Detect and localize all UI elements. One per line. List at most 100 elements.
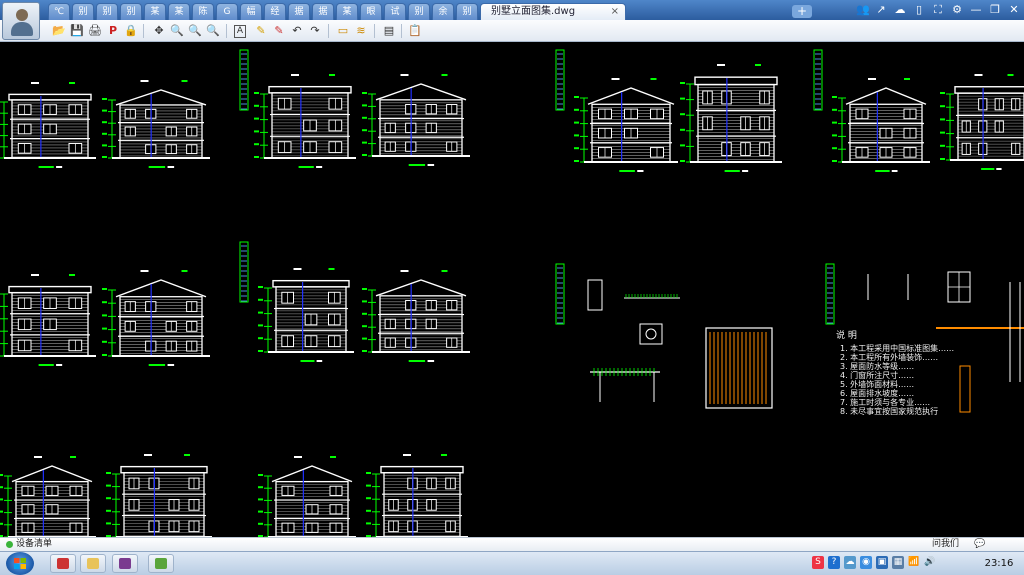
file-tab[interactable]: 某: [144, 3, 166, 20]
roof-parapet: [954, 86, 1024, 94]
file-tab[interactable]: 陈: [192, 3, 214, 20]
label-tag: [140, 270, 149, 272]
user-avatar-icon[interactable]: [2, 2, 40, 40]
file-tab[interactable]: 据: [288, 3, 310, 20]
pan-icon[interactable]: ✥: [152, 24, 166, 38]
file-tab[interactable]: 眼: [360, 3, 382, 20]
clock[interactable]: 23:16: [979, 552, 1019, 575]
sogou-input-icon[interactable]: S: [812, 556, 824, 569]
taskbar-app-explorer[interactable]: [80, 554, 106, 573]
taskbar-app-cad-viewer[interactable]: [148, 554, 174, 573]
file-tab[interactable]: 某: [168, 3, 190, 20]
file-tab[interactable]: G: [216, 3, 238, 20]
markup-pen-icon[interactable]: ✎: [272, 24, 286, 38]
pencil-icon[interactable]: ✎: [254, 24, 268, 38]
taskbar-app-winrar[interactable]: [112, 554, 138, 573]
text-icon[interactable]: A: [234, 25, 246, 38]
app-tray-icon[interactable]: ▣: [876, 556, 888, 569]
print-icon[interactable]: 🖨: [88, 24, 102, 38]
taskbar-app-qq[interactable]: [50, 554, 76, 573]
chat-icon[interactable]: 💬: [974, 538, 988, 550]
help-icon[interactable]: ?: [828, 556, 840, 569]
file-tab[interactable]: ℃: [48, 3, 70, 20]
clipboard-icon[interactable]: 📋: [408, 24, 422, 38]
zoom-window-icon[interactable]: 🔍: [206, 24, 220, 38]
file-tab[interactable]: 余: [432, 3, 454, 20]
level-text: [940, 105, 945, 108]
level-text: [102, 144, 107, 147]
label-tag: [69, 82, 75, 84]
fullscreen-icon[interactable]: ⛶: [932, 3, 944, 16]
file-tab[interactable]: 别: [408, 3, 430, 20]
file-tab-active[interactable]: 别墅立面图集.dwg ×: [480, 3, 626, 20]
level-text: [940, 92, 945, 94]
maximize-button[interactable]: ❐: [989, 3, 1001, 16]
roof-outline: [587, 87, 675, 105]
roof-parapet: [272, 279, 350, 288]
minimize-button[interactable]: —: [970, 3, 982, 16]
label-tag: [441, 74, 448, 76]
level-text: [0, 522, 3, 525]
level-text: [102, 288, 107, 290]
pdf-icon[interactable]: P: [106, 24, 120, 38]
level-text: [680, 97, 685, 100]
label-tag: [69, 274, 75, 276]
file-tab[interactable]: 别: [96, 3, 118, 20]
phone-icon[interactable]: ▯: [913, 3, 925, 16]
undo-icon[interactable]: ↶: [290, 24, 304, 38]
layers-icon[interactable]: ▤: [382, 24, 396, 38]
file-tab[interactable]: 经: [264, 3, 286, 20]
detail-node: [639, 323, 663, 345]
label-tag: [904, 78, 910, 80]
zoom-in-icon[interactable]: 🔍: [170, 24, 184, 38]
level-text: [940, 118, 945, 121]
level-text: [106, 497, 111, 500]
level-text: [574, 121, 579, 124]
close-tab-icon[interactable]: ×: [611, 4, 619, 20]
ask-us-link[interactable]: 问我们: [932, 538, 959, 551]
roof-outline: [845, 87, 927, 105]
settings-gear-icon[interactable]: ⚙: [951, 3, 963, 16]
level-text: [362, 116, 367, 119]
zoom-out-icon[interactable]: 🔍: [188, 24, 202, 38]
share-icon[interactable]: ↗: [875, 3, 887, 16]
caption-scale: [316, 360, 323, 362]
level-text: [832, 96, 837, 98]
users-icon[interactable]: 👥: [856, 3, 870, 16]
toolbar-divider: [374, 24, 375, 38]
file-tab[interactable]: 据: [312, 3, 334, 20]
network-signal-icon[interactable]: 📶: [908, 556, 920, 569]
level-text: [362, 350, 367, 352]
redo-icon[interactable]: ↷: [308, 24, 322, 38]
file-tab[interactable]: 试: [384, 3, 406, 20]
close-button[interactable]: ✕: [1008, 3, 1020, 16]
label-tag: [441, 454, 447, 456]
level-text: [366, 472, 371, 474]
level-text: [102, 121, 107, 124]
new-tab-button[interactable]: +: [792, 5, 812, 18]
network-app-icon[interactable]: ◉: [860, 556, 872, 569]
measure-icon[interactable]: ▭: [336, 24, 350, 38]
cloud-icon[interactable]: ☁: [894, 3, 906, 16]
area-icon[interactable]: ≋: [354, 24, 368, 38]
section-detail: [959, 365, 971, 413]
file-tab[interactable]: 别: [120, 3, 142, 20]
caption-mark: [148, 166, 166, 168]
notes-title: 说 明: [836, 331, 857, 341]
save-icon[interactable]: 💾: [70, 24, 84, 38]
start-button[interactable]: [6, 552, 34, 575]
volume-icon[interactable]: 🔊: [924, 556, 936, 569]
cloud-sync-icon[interactable]: ☁: [844, 556, 856, 569]
file-tab[interactable]: 别: [72, 3, 94, 20]
status-text[interactable]: 设备清单: [16, 538, 52, 551]
roof-outline: [115, 89, 207, 106]
open-file-icon[interactable]: 📂: [52, 24, 66, 38]
file-tab[interactable]: 别: [456, 3, 478, 20]
file-tab[interactable]: 幅: [240, 3, 262, 20]
drawing-canvas[interactable]: 说 明 1. 本工程采用中国标准图集…… 2. 本工程所有外墙装饰…… 3. 屋…: [0, 42, 1024, 537]
lock-icon[interactable]: 🔒: [124, 24, 138, 38]
label-tag: [329, 74, 335, 76]
file-tab[interactable]: 某: [336, 3, 358, 20]
label-tag: [184, 454, 190, 456]
display-icon[interactable]: ▦: [892, 556, 904, 569]
